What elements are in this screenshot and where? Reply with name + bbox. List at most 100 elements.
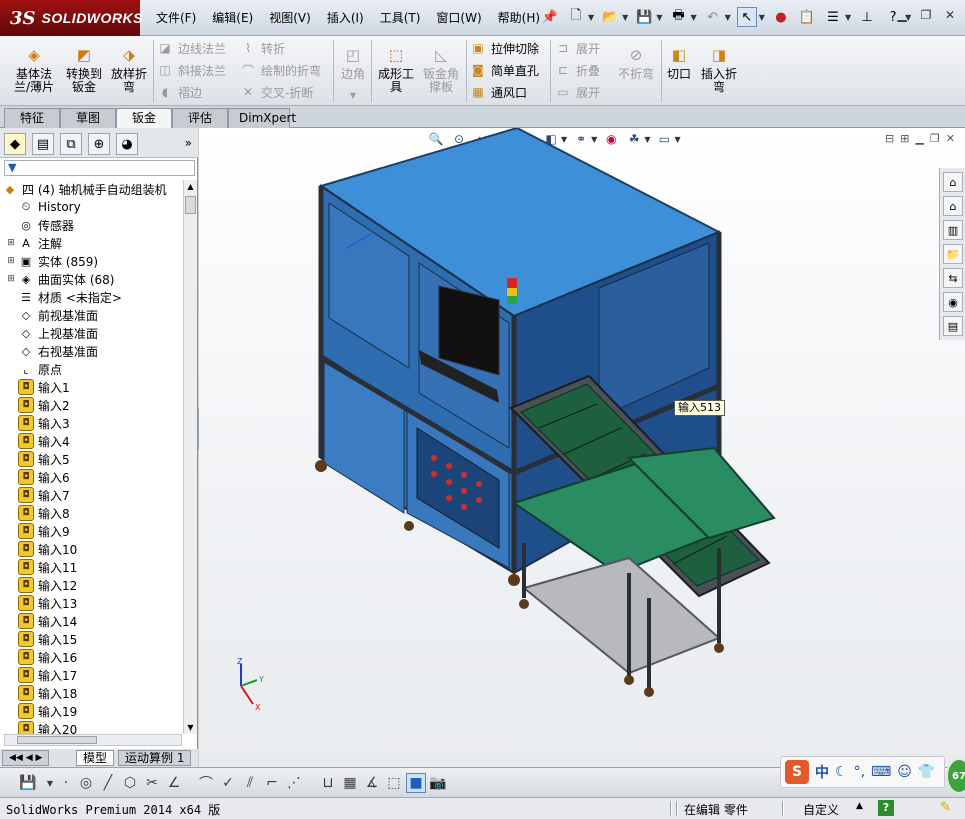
rebuild-pencil-icon[interactable]: ✎ <box>940 800 951 815</box>
quick-tips-help-icon[interactable]: ? <box>878 800 894 816</box>
simple-hole-button[interactable]: ◙ 简单直孔 <box>470 60 539 80</box>
menu-insert[interactable]: 插入(I) <box>319 9 372 26</box>
punctuation-icon[interactable]: °, <box>854 764 865 780</box>
display-manager-icon[interactable]: ◕ <box>116 133 138 155</box>
menu-file[interactable]: 文件(F) <box>148 9 204 26</box>
doc-close-icon[interactable]: ✕ <box>946 132 955 145</box>
flatten-button[interactable]: ▭ 展开 <box>555 82 600 102</box>
feature-item[interactable]: ◘ 输入4 <box>6 432 70 450</box>
tree-item[interactable]: ⌞ 原点 <box>6 360 62 378</box>
edge-flange-button[interactable]: ◪ 边线法兰 <box>157 38 226 58</box>
unfold-button[interactable]: ⊐ 展开 <box>555 38 600 58</box>
select-pointer-icon[interactable]: ↖ <box>736 7 757 27</box>
collapse-panel-icon[interactable]: ⊟ <box>885 132 894 145</box>
more-tabs-icon[interactable]: » <box>185 136 192 150</box>
tab-sheet-metal[interactable]: 钣金 <box>116 108 172 129</box>
trim-icon[interactable]: ✂ <box>142 773 162 793</box>
user-icon[interactable]: ☺ <box>897 764 912 780</box>
tree-root[interactable]: ◆ 四 (4) 轴机械手自动组装机 <box>2 180 167 198</box>
point-icon[interactable]: · <box>56 773 76 793</box>
configuration-manager-icon[interactable]: ⧉ <box>60 133 82 155</box>
box-icon[interactable]: ⬚ <box>384 773 404 793</box>
minimize-icon[interactable]: ▁ <box>893 8 911 24</box>
tab-model[interactable]: 模型 <box>76 750 115 766</box>
feature-item[interactable]: ◘ 输入13 <box>6 594 77 612</box>
sketch-fillet-icon[interactable]: ⌒ <box>196 773 216 793</box>
feature-item[interactable]: ◘ 输入12 <box>6 576 77 594</box>
feature-item[interactable]: ◘ 输入17 <box>6 666 77 684</box>
undo-dropdown-icon[interactable]: ▼ <box>725 13 731 22</box>
construction-line-icon[interactable]: ⋰ <box>284 773 304 793</box>
new-document-icon[interactable]: 🗋 <box>566 7 586 27</box>
tree-item[interactable]: ◇ 右视基准面 <box>6 342 98 360</box>
feature-item[interactable]: ◘ 输入9 <box>6 522 70 540</box>
feature-item[interactable]: ◘ 输入1 <box>6 378 70 396</box>
vent-button[interactable]: ▦ 通风口 <box>470 82 527 102</box>
feature-item[interactable]: ◘ 输入20 <box>6 720 77 734</box>
insert-bends-button[interactable]: ◨ 插入折 弯 <box>698 44 740 94</box>
scroll-down-icon[interactable]: ▼ <box>184 721 197 734</box>
solidworks-resources-icon[interactable]: ⌂ <box>943 172 963 192</box>
feature-item[interactable]: ◘ 输入2 <box>6 396 70 414</box>
doc-restore-icon[interactable]: ❐ <box>930 132 940 145</box>
keyboard-icon[interactable]: ⌨ <box>871 764 891 780</box>
save-icon[interactable]: 💾 <box>634 7 654 27</box>
fold-button[interactable]: ⊏ 折叠 <box>555 60 600 80</box>
custom-properties-icon[interactable]: ▤ <box>943 316 963 336</box>
units-selector[interactable]: 自定义 <box>803 801 839 818</box>
tree-item[interactable]: ⏲ History <box>6 198 81 216</box>
feature-item[interactable]: ◘ 输入19 <box>6 702 77 720</box>
feature-manager-icon[interactable]: ◆ <box>4 133 26 155</box>
dimxpert-manager-icon[interactable]: ⊕ <box>88 133 110 155</box>
sketched-bend-button[interactable]: ⌒ 绘制的折弯 <box>240 60 321 80</box>
tree-item[interactable]: ⊞ A 注解 <box>6 234 62 252</box>
forming-tool-button[interactable]: ⬚ 成形工 具 <box>376 44 416 94</box>
tree-item[interactable]: ◇ 上视基准面 <box>6 324 98 342</box>
tree-item[interactable]: ⊞ ▣ 实体 (859) <box>6 252 98 270</box>
feature-item[interactable]: ◘ 输入8 <box>6 504 70 522</box>
tree-vertical-scrollbar[interactable]: ▲ ▼ <box>183 180 197 734</box>
close-icon[interactable]: ✕ <box>941 8 959 24</box>
relation-icon[interactable]: ∡ <box>362 773 382 793</box>
open-folder-icon[interactable]: 📂 <box>600 7 620 27</box>
ime-mode-label[interactable]: 中 <box>815 762 829 782</box>
menu-edit[interactable]: 编辑(E) <box>204 9 261 26</box>
rebuild-traffic-light-icon[interactable]: ● <box>771 7 791 27</box>
miter-flange-button[interactable]: ◫ 斜接法兰 <box>157 60 226 80</box>
corner-icon[interactable]: ⌐ <box>262 773 282 793</box>
options-dropdown-icon[interactable]: ▼ <box>845 13 851 22</box>
feature-item[interactable]: ◘ 输入16 <box>6 648 77 666</box>
save-bottom-icon[interactable]: 💾 <box>18 773 38 793</box>
first-tab-arrows-icon[interactable]: ◀◀ ◀ ▶ <box>2 750 50 766</box>
sogou-logo-icon[interactable]: S <box>785 760 809 784</box>
view-palette-icon[interactable]: ⇆ <box>943 268 963 288</box>
skin-shirt-icon[interactable]: 👕 <box>918 764 935 780</box>
expand-toggle-icon[interactable]: ⊞ <box>6 238 16 248</box>
feature-item[interactable]: ◘ 输入7 <box>6 486 70 504</box>
tree-item[interactable]: ◎ 传感器 <box>6 216 74 234</box>
appearances-icon[interactable]: ◉ <box>943 292 963 312</box>
open-dropdown-icon[interactable]: ▼ <box>622 13 628 22</box>
machine-3d-model[interactable] <box>299 128 859 728</box>
feature-item[interactable]: ◘ 输入11 <box>6 558 77 576</box>
grid-icon[interactable]: ▦ <box>340 773 360 793</box>
feature-item[interactable]: ◘ 输入5 <box>6 450 70 468</box>
tab-evaluate[interactable]: 评估 <box>172 108 228 128</box>
camera-icon[interactable]: 📷 <box>428 773 448 793</box>
home-icon[interactable]: ⌂ <box>943 196 963 216</box>
tree-item[interactable]: ☰ 材质 <未指定> <box>6 288 122 306</box>
smart-dimension-icon[interactable]: ✓ <box>218 773 238 793</box>
pin-toolbar-icon[interactable]: ⊥ <box>857 7 877 27</box>
undo-icon[interactable]: ↶ <box>703 7 723 27</box>
doc-minimize-icon[interactable]: ▁ <box>915 132 923 145</box>
tree-filter-input[interactable]: ▼ <box>4 160 195 176</box>
design-library-icon[interactable]: ▥ <box>943 220 963 240</box>
parallel-icon[interactable]: ⫽ <box>240 773 260 793</box>
menu-tools[interactable]: 工具(T) <box>372 9 429 26</box>
property-manager-icon[interactable]: ▤ <box>32 133 54 155</box>
save-dropdown-icon[interactable]: ▼ <box>656 13 662 22</box>
tab-features[interactable]: 特征 <box>4 108 60 128</box>
units-caret-icon[interactable]: ▲ <box>856 801 863 811</box>
hscroll-thumb[interactable] <box>17 736 97 744</box>
graphics-area[interactable]: 🔍 ⊙ ↩ ◫ ⬡ ◧▼ ⚭▼ ◉ ☘▼ ▭▼ ⊟ ⊞ ▁ ❐ ✕ <box>199 128 965 767</box>
